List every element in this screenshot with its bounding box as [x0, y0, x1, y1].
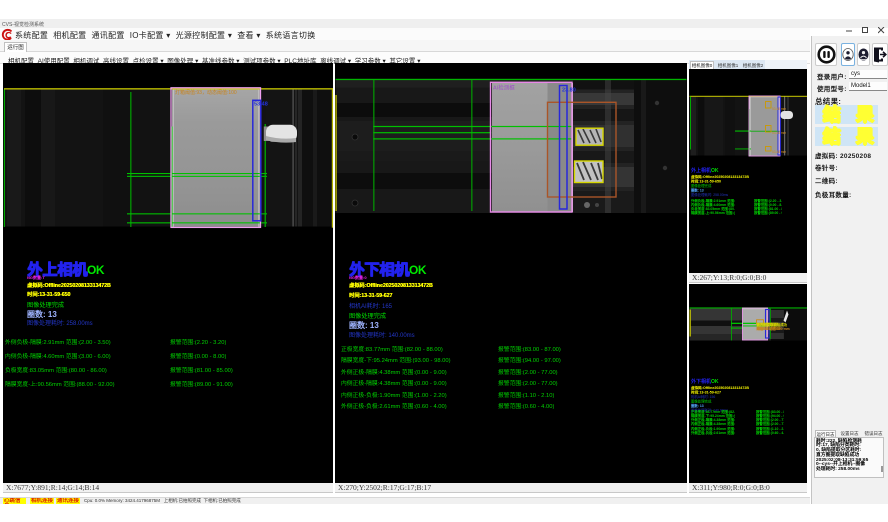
svg-text:53.48 mm: 53.48 mm — [772, 107, 787, 111]
svg-text:53.48 mm: 53.48 mm — [772, 150, 787, 154]
svg-text:AI检测框: AI检测框 — [493, 84, 515, 92]
svg-text:图像处理耗时: 258.00ms: 图像处理耗时: 258.00ms — [691, 192, 728, 197]
svg-text:虚拟码:Offline2025020813313472B: 虚拟码:Offline2025020813313472B — [691, 174, 749, 179]
svg-text:圈数: 13: 圈数: 13 — [691, 403, 704, 408]
svg-text:相机AI耗时: 156: 相机AI耗时: 156 — [691, 394, 715, 399]
svg-text:外下相机OK: 外下相机OK — [691, 378, 719, 385]
svg-text:圈数: 13: 圈数: 13 — [691, 188, 704, 193]
svg-text:23.80: 23.80 — [562, 88, 576, 94]
svg-text:阈值:93 动态:100 mm: 阈值:93 动态:100 mm — [757, 326, 790, 331]
svg-text:53.48 mm: 53.48 mm — [772, 131, 787, 135]
svg-text:图像处理完成: 图像处理完成 — [691, 399, 712, 404]
svg-text:53.48: 53.48 — [254, 102, 268, 108]
svg-text:灯箱阈值:93，动态阈值:100: 灯箱阈值:93，动态阈值:100 — [175, 89, 237, 96]
svg-text:时间:13-31-59-650: 时间:13-31-59-650 — [691, 179, 721, 184]
svg-text:外上相机OK: 外上相机OK — [691, 167, 719, 174]
svg-text:时间:13-31-59-627: 时间:13-31-59-627 — [691, 390, 721, 395]
svg-text:图像处理完成: 图像处理完成 — [691, 183, 712, 188]
svg-text:虚拟码:Offline2025020813313472B: 虚拟码:Offline2025020813313472B — [691, 385, 749, 390]
